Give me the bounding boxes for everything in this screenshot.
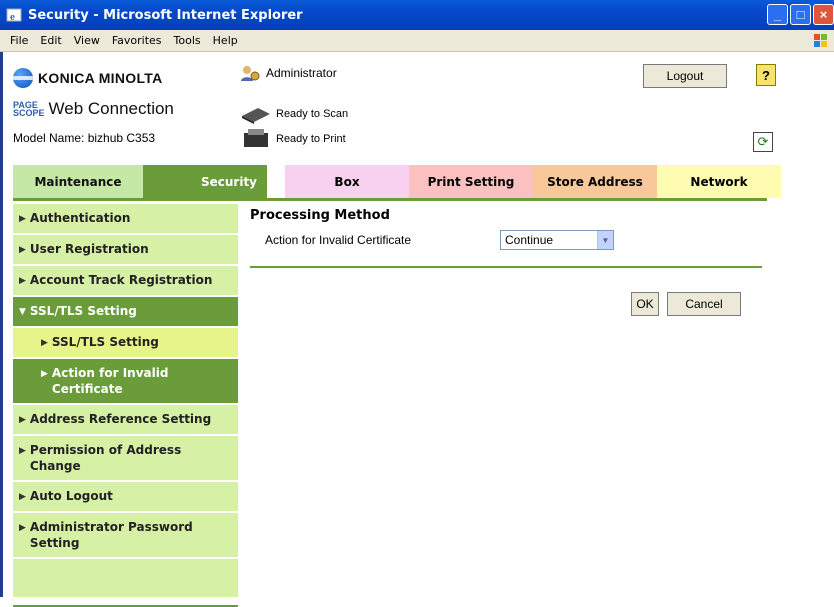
tab-divider <box>13 198 767 201</box>
sidebar-item-user-registration[interactable]: ▶ User Registration <box>13 235 238 266</box>
web-connection-title: Web Connection <box>48 99 174 118</box>
scan-status: Ready to Scan <box>240 104 348 124</box>
ie-icon: e <box>6 8 22 23</box>
window-title: Security - Microsoft Internet Explorer <box>28 7 303 23</box>
field-label: Action for Invalid Certificate <box>265 233 412 247</box>
chevron-down-icon: ▼ <box>597 231 613 249</box>
printer-icon <box>244 129 268 147</box>
sidebar: ▶ Authentication ▶ User Registration ▶ Acco… <box>13 204 238 607</box>
user-indicator: Administrator <box>240 64 337 82</box>
svg-text:e: e <box>10 11 15 23</box>
close-button[interactable]: × <box>813 4 834 25</box>
menu-tools[interactable]: Tools <box>174 34 201 47</box>
main-panel: Processing Method Action for Invalid Cer… <box>250 208 762 316</box>
menu-edit[interactable]: Edit <box>40 34 61 47</box>
cancel-button[interactable]: Cancel <box>667 292 741 316</box>
menu-file[interactable]: File <box>10 34 28 47</box>
sidebar-item-ssl-tls[interactable]: ▼ SSL/TLS Setting <box>13 297 238 328</box>
pagescope-logo: PAGE SCOPE Web Connection <box>13 99 174 118</box>
menu-help[interactable]: Help <box>213 34 238 47</box>
admin-icon <box>241 66 260 81</box>
globe-icon <box>13 68 33 88</box>
sidebar-item-auto-logout[interactable]: ▶ Auto Logout <box>13 482 238 513</box>
scanner-icon <box>242 108 270 124</box>
tab-maintenance[interactable]: Maintenance <box>13 165 143 198</box>
sidebar-item-account-track[interactable]: ▶ Account Track Registration <box>13 266 238 297</box>
maximize-button[interactable]: □ <box>790 4 811 25</box>
tab-security[interactable]: Security <box>143 165 267 198</box>
minimize-button[interactable]: _ <box>767 4 788 25</box>
sidebar-subitem-ssl-tls[interactable]: ▶ SSL/TLS Setting <box>13 328 238 359</box>
invalid-cert-select[interactable]: Continue ▼ <box>500 230 614 250</box>
user-name: Administrator <box>266 66 337 80</box>
brand-logo: KONICA MINOLTA <box>13 68 162 88</box>
logout-button[interactable]: Logout <box>643 64 727 88</box>
refresh-icon[interactable]: ⟳ <box>753 132 773 152</box>
menu-favorites[interactable]: Favorites <box>112 34 162 47</box>
menu-bar: File Edit View Favorites Tools Help <box>0 30 834 52</box>
ok-button[interactable]: OK <box>631 292 659 316</box>
model-name: Model Name: bizhub C353 <box>13 131 156 145</box>
print-status: Ready to Print <box>240 129 346 149</box>
help-icon[interactable]: ? <box>756 64 776 86</box>
xp-logo-icon <box>814 34 827 47</box>
tab-box[interactable]: Box <box>285 165 409 198</box>
tab-print-setting[interactable]: Print Setting <box>409 165 533 198</box>
sidebar-item-admin-password[interactable]: ▶ Administrator Password Setting <box>13 513 238 559</box>
menu-view[interactable]: View <box>74 34 100 47</box>
sidebar-subitem-action-invalid[interactable]: ▶ Action for Invalid Certificate <box>13 359 238 405</box>
sidebar-item-permission-address[interactable]: ▶ Permission of Address Change <box>13 436 238 482</box>
tab-store-address[interactable]: Store Address <box>533 165 657 198</box>
sidebar-item-authentication[interactable]: ▶ Authentication <box>13 204 238 235</box>
main-tabs: Maintenance Security Box Print Setting S… <box>13 165 781 198</box>
sidebar-item-address-reference[interactable]: ▶ Address Reference Setting <box>13 405 238 436</box>
section-title: Processing Method <box>250 208 390 223</box>
window-titlebar: e Security - Microsoft Internet Explorer… <box>0 0 834 30</box>
page-content: KONICA MINOLTA PAGE SCOPE Web Connection… <box>0 52 834 607</box>
tab-network[interactable]: Network <box>657 165 781 198</box>
